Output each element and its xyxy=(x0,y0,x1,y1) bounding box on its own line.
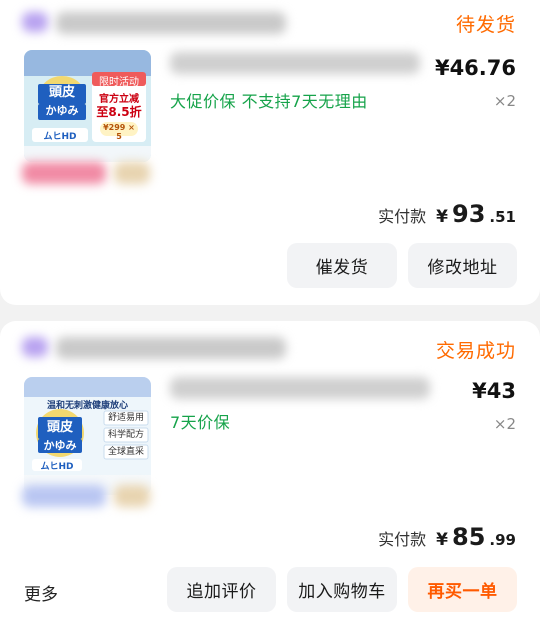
product-title[interactable] xyxy=(170,52,420,74)
brand-logo: ムヒHD xyxy=(43,132,77,142)
feature-2: 科学配方 xyxy=(107,430,144,440)
promo-badge xyxy=(22,485,106,507)
order-card[interactable]: 待发货 頭皮 かゆみ 限时活动 官方立减 至8.5折 ¥299 × 5 ムヒHD… xyxy=(0,0,540,305)
feature-3: 全球直采 xyxy=(107,447,144,457)
more-link[interactable]: 更多 xyxy=(24,580,58,605)
brand-logo: ムヒHD xyxy=(40,462,74,472)
order-status: 交易成功 xyxy=(435,340,516,362)
product-image[interactable]: 温和无刺激健康放心 頭皮 かゆみ 舒适易用 科学配方 全球直采 ムヒHD xyxy=(24,377,151,495)
item-quantity: ×2 xyxy=(493,92,516,110)
promo-badge-2 xyxy=(114,162,150,184)
amount-paid: 实付款 ¥ 85 .99 xyxy=(378,523,516,551)
order-card[interactable]: 交易成功 温和无刺激健康放心 頭皮 かゆみ 舒适易用 科学配方 全球直采 ムヒH… xyxy=(0,321,540,641)
product-title[interactable] xyxy=(170,377,430,399)
shop-name[interactable] xyxy=(56,337,286,359)
remind-ship-button[interactable]: 催发货 xyxy=(287,243,397,288)
order-status: 待发货 xyxy=(455,14,516,36)
shop-badge xyxy=(22,337,48,357)
amount-paid: 实付款 ¥ 93 .51 xyxy=(378,200,516,228)
promo-line2: 至8.5折 xyxy=(96,105,142,119)
item-price: ¥43 xyxy=(472,379,516,403)
buy-again-button[interactable]: 再买一单 xyxy=(408,567,517,612)
promo-title: 限时活动 xyxy=(99,77,139,88)
brand-name: 頭皮 かゆみ xyxy=(45,85,79,117)
shop-badge xyxy=(22,12,48,32)
product-headline: 温和无刺激健康放心 xyxy=(46,401,128,411)
add-to-cart-button[interactable]: 加入购物车 xyxy=(287,567,397,612)
brand-name: 頭皮 かゆみ xyxy=(43,420,77,452)
promo-price: ¥299 × 5 xyxy=(103,123,135,141)
promo-badge-2 xyxy=(114,485,150,507)
item-quantity: ×2 xyxy=(493,415,516,433)
promo-badge xyxy=(22,162,106,184)
feature-1: 舒适易用 xyxy=(107,413,144,423)
add-review-button[interactable]: 追加评价 xyxy=(167,567,276,612)
shop-name[interactable] xyxy=(56,12,286,34)
service-tags: 7天价保 xyxy=(170,413,231,432)
edit-address-button[interactable]: 修改地址 xyxy=(408,243,517,288)
item-price: ¥46.76 xyxy=(434,56,516,80)
service-tags: 大促价保 不支持7天无理由 xyxy=(170,92,368,111)
product-image[interactable]: 頭皮 かゆみ 限时活动 官方立减 至8.5折 ¥299 × 5 ムヒHD xyxy=(24,50,151,162)
